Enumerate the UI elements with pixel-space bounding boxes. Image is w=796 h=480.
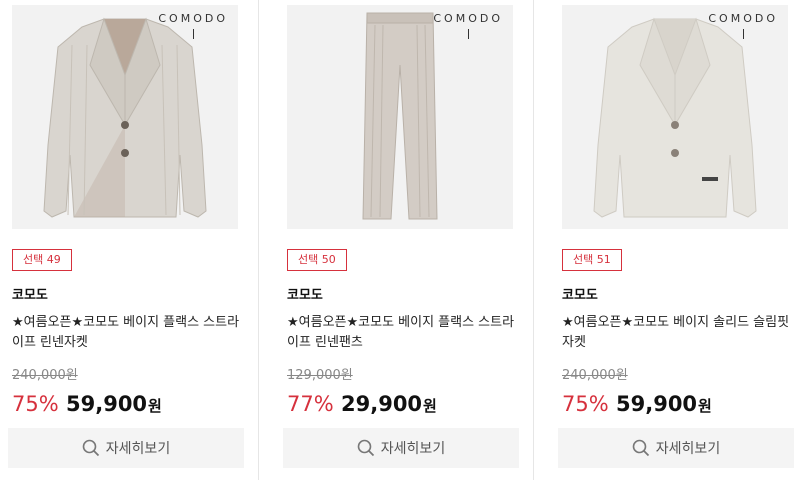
original-price: 240,000원 xyxy=(12,368,78,383)
search-icon xyxy=(82,439,99,457)
product-title[interactable]: ★여름오픈★코모도 베이지 플랙스 스트라이프 린넨팬츠 xyxy=(287,313,515,353)
sale-price: 59,900원 xyxy=(616,392,712,416)
discount-rate: 75% xyxy=(562,392,609,416)
selection-badge: 선택 49 xyxy=(12,249,72,271)
product-title[interactable]: ★여름오픈★코모도 베이지 솔리드 슬림핏 자켓 xyxy=(562,313,790,353)
view-details-label: 자세히보기 xyxy=(105,441,171,457)
brand-name: 코모도 xyxy=(12,288,48,303)
brand-logo: COMODO xyxy=(708,12,778,39)
search-icon xyxy=(632,439,649,457)
product-image[interactable]: COMODO xyxy=(287,5,513,229)
product-card[interactable]: COMODO 선택 50 코모도 ★여름오픈★코모도 베이지 플랙스 스트라이프… xyxy=(283,0,520,480)
product-card[interactable]: COMODO 선택 49 코모도 ★여름오픈★코모도 베이지 플랙스 스트라이프… xyxy=(8,0,245,480)
view-details-label: 자세히보기 xyxy=(380,441,446,457)
brand-name: 코모도 xyxy=(287,288,323,303)
brand-logo: COMODO xyxy=(433,12,503,39)
original-price: 129,000원 xyxy=(287,368,353,383)
sale-price: 59,900원 xyxy=(66,392,162,416)
product-image[interactable]: COMODO xyxy=(12,5,238,229)
selection-badge: 선택 50 xyxy=(287,249,347,271)
discount-rate: 77% xyxy=(287,392,334,416)
discount-rate: 75% xyxy=(12,392,59,416)
product-image[interactable]: COMODO xyxy=(562,5,788,229)
brand-name: 코모도 xyxy=(562,288,598,303)
view-details-button[interactable]: 자세히보기 xyxy=(283,428,519,468)
brand-logo: COMODO xyxy=(158,12,228,39)
card-divider xyxy=(533,0,534,480)
product-title[interactable]: ★여름오픈★코모도 베이지 플랙스 스트라이프 린넨자켓 xyxy=(12,313,240,353)
sale-price: 29,900원 xyxy=(341,392,437,416)
card-divider xyxy=(258,0,259,480)
original-price: 240,000원 xyxy=(562,368,628,383)
view-details-label: 자세히보기 xyxy=(655,441,721,457)
product-card[interactable]: COMODO 선택 51 코모도 ★여름오픈★코모도 베이지 솔리드 슬림핏 자… xyxy=(558,0,795,480)
search-icon xyxy=(357,439,374,457)
view-details-button[interactable]: 자세히보기 xyxy=(8,428,244,468)
selection-badge: 선택 51 xyxy=(562,249,622,271)
product-grid: COMODO 선택 49 코모도 ★여름오픈★코모도 베이지 플랙스 스트라이프… xyxy=(0,0,796,480)
view-details-button[interactable]: 자세히보기 xyxy=(558,428,794,468)
